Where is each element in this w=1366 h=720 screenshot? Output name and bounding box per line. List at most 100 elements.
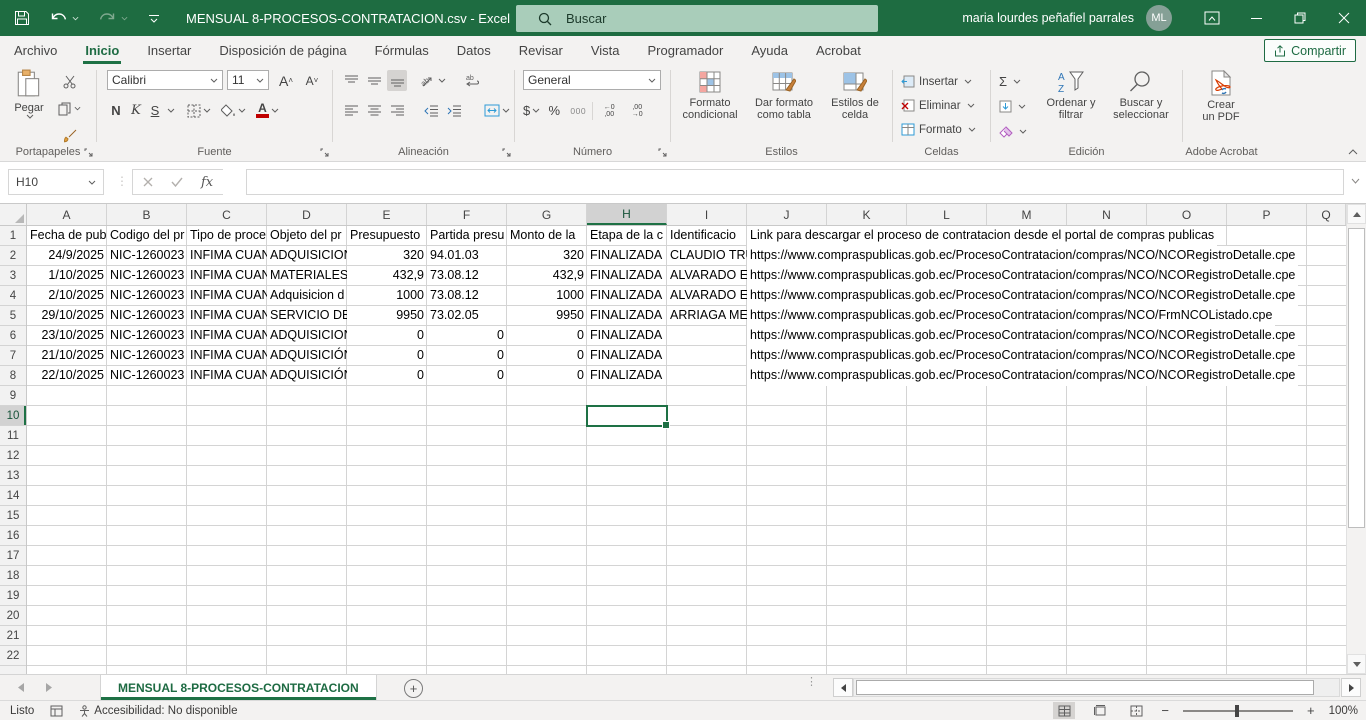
cell-A7[interactable]: 21/10/2025 (27, 346, 107, 366)
vertical-scrollbar[interactable] (1346, 204, 1366, 674)
cell-B8[interactable]: NIC-1260023 (107, 366, 187, 386)
wrap-text-icon[interactable]: ab (466, 70, 481, 91)
cell-H6[interactable]: FINALIZADA (587, 326, 667, 346)
column-header-I[interactable]: I (667, 204, 747, 225)
cell-A8[interactable]: 22/10/2025 (27, 366, 107, 386)
cell-A3[interactable]: 1/10/2025 (27, 266, 107, 286)
tab-acrobat[interactable]: Acrobat (802, 36, 875, 64)
row-header-19[interactable]: 19 (0, 586, 26, 606)
row-header-21[interactable]: 21 (0, 626, 26, 646)
align-bottom-icon[interactable] (387, 70, 407, 91)
column-header-D[interactable]: D (267, 204, 347, 225)
row-header-12[interactable]: 12 (0, 446, 26, 466)
row-header-20[interactable]: 20 (0, 606, 26, 626)
column-header-P[interactable]: P (1227, 204, 1307, 225)
format-painter-button[interactable] (58, 125, 81, 146)
thousands-format-button[interactable]: 000 (568, 100, 588, 121)
column-header-H[interactable]: H (587, 204, 667, 225)
row-header-3[interactable]: 3 (0, 266, 26, 286)
column-header-C[interactable]: C (187, 204, 267, 225)
customize-toolbar-icon[interactable] (148, 13, 160, 24)
sheet-nav-right-icon[interactable] (46, 683, 52, 692)
column-header-K[interactable]: K (827, 204, 907, 225)
tab-archivo[interactable]: Archivo (0, 36, 71, 64)
vertical-scroll-thumb[interactable] (1348, 228, 1365, 528)
number-format-select[interactable]: General (523, 70, 661, 90)
zoom-out-icon[interactable]: − (1161, 703, 1169, 718)
cell-D2[interactable]: ADQUISICION (267, 246, 347, 266)
cell-D4[interactable]: Adquisicion d (267, 286, 347, 306)
row-header-22[interactable]: 22 (0, 646, 26, 666)
sheet-tab-active[interactable]: MENSUAL 8-PROCESOS-CONTRATACION (100, 675, 377, 700)
column-header-B[interactable]: B (107, 204, 187, 225)
cell-I5[interactable]: ARRIAGA ME (667, 306, 747, 326)
orientation-button[interactable]: ab (421, 70, 446, 91)
cell-B1[interactable]: Codigo del pr (107, 226, 187, 246)
minimize-button[interactable] (1234, 0, 1278, 36)
tab-vista[interactable]: Vista (577, 36, 634, 64)
cell-A4[interactable]: 2/10/2025 (27, 286, 107, 306)
column-header-O[interactable]: O (1147, 204, 1227, 225)
cell-F7[interactable]: 0 (427, 346, 507, 366)
find-select-button[interactable]: Buscar y seleccionar (1105, 70, 1177, 121)
column-header-N[interactable]: N (1067, 204, 1147, 225)
cell-I2[interactable]: CLAUDIO TRU (667, 246, 747, 266)
cell-C2[interactable]: INFIMA CUAN (187, 246, 267, 266)
cell-C8[interactable]: INFIMA CUAN (187, 366, 267, 386)
cell-H4[interactable]: FINALIZADA (587, 286, 667, 306)
font-size-select[interactable]: 11 (227, 70, 269, 90)
cell-I3[interactable]: ALVARADO E (667, 266, 747, 286)
user-name[interactable]: maria lourdes peñafiel parrales (962, 11, 1134, 25)
cell-G7[interactable]: 0 (507, 346, 587, 366)
conditional-formatting-button[interactable]: Formato condicional (677, 70, 743, 121)
cell-E7[interactable]: 0 (347, 346, 427, 366)
copy-button[interactable] (58, 98, 81, 119)
column-header-M[interactable]: M (987, 204, 1067, 225)
cell-B3[interactable]: NIC-1260023 (107, 266, 187, 286)
font-name-select[interactable]: Calibri (107, 70, 223, 90)
cell-D7[interactable]: ADQUISICIÓN (267, 346, 347, 366)
borders-button[interactable] (187, 100, 211, 121)
cell-C1[interactable]: Tipo de proce (187, 226, 267, 246)
cell-F4[interactable]: 73.08.12 (427, 286, 507, 306)
row-header-5[interactable]: 5 (0, 306, 26, 326)
row-header-14[interactable]: 14 (0, 486, 26, 506)
cut-button[interactable] (58, 71, 81, 92)
cell-G5[interactable]: 9950 (507, 306, 587, 326)
fill-handle[interactable] (662, 421, 670, 429)
cell-E1[interactable]: Presupuesto (347, 226, 427, 246)
scroll-up-icon[interactable] (1347, 204, 1366, 224)
cell-B4[interactable]: NIC-1260023 (107, 286, 187, 306)
cell-D5[interactable]: SERVICIO DE (267, 306, 347, 326)
cell-B5[interactable]: NIC-1260023 (107, 306, 187, 326)
cell-E3[interactable]: 432,9 (347, 266, 427, 286)
row-header-4[interactable]: 4 (0, 286, 26, 306)
search-box[interactable]: Buscar (516, 5, 878, 32)
cell-I1[interactable]: Identificacio (667, 226, 747, 246)
ribbon-display-options-icon[interactable] (1190, 0, 1234, 36)
cell-A2[interactable]: 24/9/2025 (27, 246, 107, 266)
decrease-decimal-icon[interactable]: ,00→0 (625, 100, 649, 121)
column-header-F[interactable]: F (427, 204, 507, 225)
cell-J2[interactable]: https://www.compraspublicas.gob.ec/Proce… (747, 246, 1298, 266)
cell-B7[interactable]: NIC-1260023 (107, 346, 187, 366)
cell-J1[interactable]: Link para descargar el proceso de contra… (747, 226, 1217, 246)
horizontal-scroll-thumb[interactable] (856, 680, 1314, 695)
row-header-1[interactable]: 1 (0, 226, 26, 246)
column-header-A[interactable]: A (27, 204, 107, 225)
share-button[interactable]: Compartir (1264, 39, 1356, 62)
merge-center-icon[interactable] (484, 100, 510, 121)
collapse-ribbon-icon[interactable] (1348, 149, 1358, 155)
cell-J6[interactable]: https://www.compraspublicas.gob.ec/Proce… (747, 326, 1298, 346)
formula-input[interactable] (246, 169, 1344, 195)
column-header-E[interactable]: E (347, 204, 427, 225)
dialog-launcher-icon[interactable] (320, 148, 329, 157)
active-cell-selection[interactable] (586, 405, 668, 427)
cell-F6[interactable]: 0 (427, 326, 507, 346)
fill-color-button[interactable] (221, 100, 246, 121)
align-middle-icon[interactable] (364, 70, 384, 91)
scroll-left-icon[interactable] (833, 678, 853, 697)
dialog-launcher-icon[interactable] (658, 148, 667, 157)
zoom-level[interactable]: 100% (1329, 705, 1358, 717)
cell-G4[interactable]: 1000 (507, 286, 587, 306)
